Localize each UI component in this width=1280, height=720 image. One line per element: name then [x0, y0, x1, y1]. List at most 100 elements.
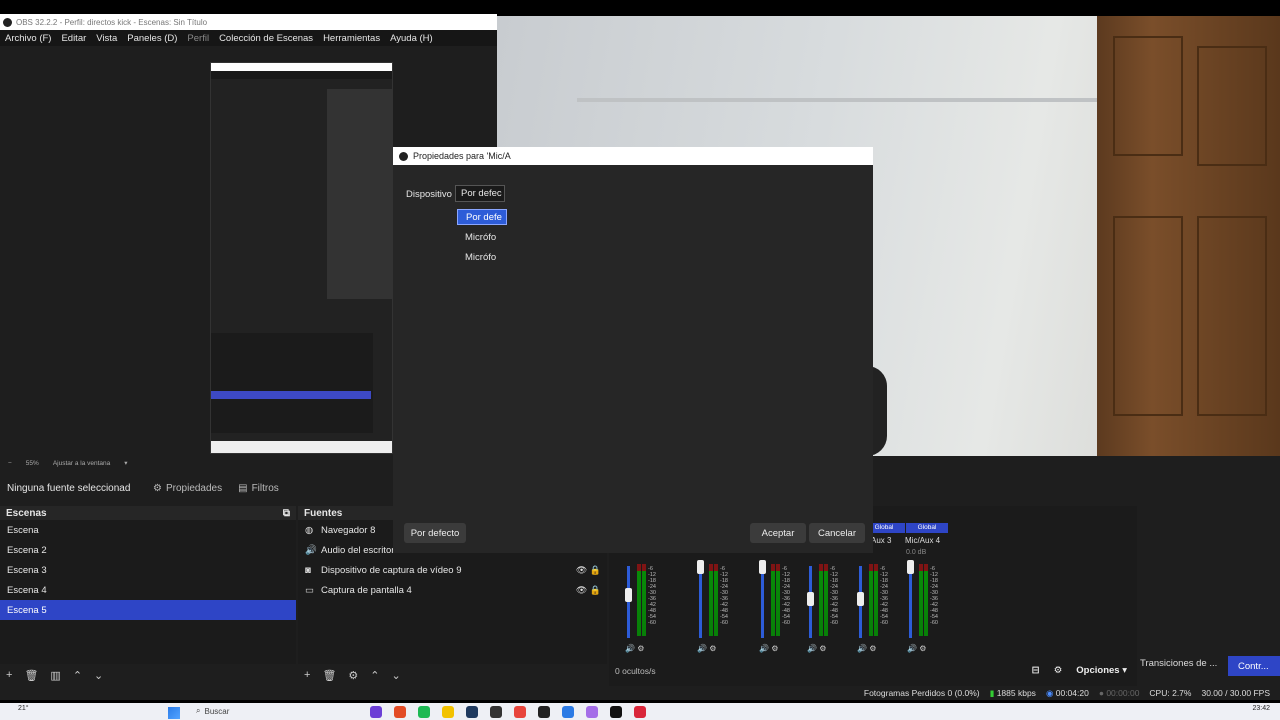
level-meter [776, 564, 780, 636]
move-up-icon[interactable]: ⌃ [370, 669, 379, 682]
channel-gear-icon[interactable]: ⚙ [771, 644, 778, 653]
transitions-label[interactable]: Transiciones de ... [1140, 658, 1217, 669]
obs-icon[interactable] [538, 706, 550, 718]
controls-tab[interactable]: Contr... [1228, 656, 1280, 676]
move-up-icon[interactable]: ⌃ [73, 669, 82, 682]
speaker-icon[interactable]: 🔊 [625, 644, 635, 653]
cancel-button[interactable]: Cancelar [809, 523, 865, 543]
trash-icon[interactable]: 🗑 [322, 669, 336, 682]
volume-knob[interactable] [807, 592, 814, 606]
windows-start-icon[interactable] [168, 707, 180, 719]
defaults-button[interactable]: Por defecto [404, 523, 466, 543]
source-label: Captura de pantalla 4 [321, 584, 412, 596]
app-icon[interactable] [370, 706, 382, 718]
speaker-icon[interactable]: 🔊 [759, 644, 769, 653]
speaker-icon[interactable]: 🔊 [907, 644, 917, 653]
signal-icon: ▮ [989, 687, 995, 698]
mixer-channel: -6 -12 -18 -24 -30 -36 -42 -48 -54 -60 🔊 ⚙ [807, 560, 845, 653]
device-option[interactable]: Por defe [457, 209, 507, 225]
source-item[interactable]: ◙ Dispositivo de captura de vídeo 9 👁 🔒 [298, 560, 607, 580]
mixer-channel: -6 -12 -18 -24 -30 -36 -42 -48 -54 -60 🔊 ⚙ [857, 560, 895, 653]
app-icon[interactable] [490, 706, 502, 718]
vscode-icon[interactable] [562, 706, 574, 718]
device-select[interactable]: Por defec [455, 185, 505, 202]
channel-name[interactable]: Aux 3 [871, 536, 891, 545]
source-item[interactable]: ▭ Captura de pantalla 4 👁 🔒 [298, 580, 607, 600]
chevron-down-icon[interactable]: ▾ [124, 459, 127, 467]
speaker-icon[interactable]: 🔊 [857, 644, 867, 653]
volume-knob[interactable] [625, 588, 632, 602]
eye-icon[interactable]: 👁 [576, 565, 587, 575]
undock-icon[interactable]: ⧉ [283, 508, 290, 519]
volume-knob[interactable] [697, 560, 704, 574]
volume-fader[interactable] [699, 566, 702, 638]
menu-perfil[interactable]: Perfil [182, 33, 214, 44]
properties-button[interactable]: ⚙ Propiedades [145, 478, 230, 498]
device-option[interactable]: Micrófo [457, 250, 507, 266]
filter-icon[interactable]: ▥ [50, 669, 60, 682]
eye-icon[interactable]: 👁 [576, 585, 587, 595]
device-option[interactable]: Micrófo [457, 230, 507, 246]
folder-icon[interactable] [442, 706, 454, 718]
menu-ayuda[interactable]: Ayuda (H) [385, 33, 438, 44]
menu-vista[interactable]: Vista [91, 33, 122, 44]
menu-archivo[interactable]: Archivo (F) [0, 33, 56, 44]
live-time: ◉ 00:04:20 [1045, 687, 1089, 698]
move-down-icon[interactable]: ⌄ [392, 669, 401, 682]
volume-knob[interactable] [907, 560, 914, 574]
menu-paneles[interactable]: Paneles (D) [122, 33, 182, 44]
mixer-gear-icon[interactable]: ⚙ [1054, 665, 1063, 676]
window-title: OBS 32.2.2 - Perfil: directos kick - Esc… [16, 17, 208, 27]
volume-knob[interactable] [759, 560, 766, 574]
volume-knob[interactable] [857, 592, 864, 606]
scene-item[interactable]: Escena 4 [0, 580, 296, 600]
menu-editar[interactable]: Editar [56, 33, 91, 44]
taskbar-search[interactable]: ⌕ Buscar [196, 706, 229, 716]
layout-icon[interactable]: ⊟ [1032, 665, 1040, 676]
speaker-icon[interactable]: 🔊 [807, 644, 817, 653]
trash-icon[interactable]: 🗑 [24, 669, 38, 682]
zoom-minus[interactable]: − [8, 460, 12, 467]
volume-fader[interactable] [761, 566, 764, 638]
zoom-value[interactable]: 55% [26, 460, 39, 467]
volume-fader[interactable] [909, 566, 912, 638]
menu-coleccion[interactable]: Colección de Escenas [214, 33, 318, 44]
channel-gear-icon[interactable]: ⚙ [869, 644, 876, 653]
filters-button[interactable]: ▤ Filtros [230, 478, 287, 498]
gear-icon[interactable]: ⚙ [348, 669, 358, 682]
steam-icon[interactable] [466, 706, 478, 718]
spotify-icon[interactable] [418, 706, 430, 718]
level-meter [714, 564, 718, 636]
channel-gear-icon[interactable]: ⚙ [637, 644, 644, 653]
taskbar-clock[interactable]: 23:42 [1252, 705, 1270, 712]
scene-item[interactable]: Escena 5 [0, 600, 296, 620]
scene-item[interactable]: Escena [0, 520, 296, 540]
opera-icon[interactable] [634, 706, 646, 718]
move-down-icon[interactable]: ⌄ [94, 669, 103, 682]
menu-bar: Archivo (F) Editar Vista Paneles (D) Per… [0, 30, 497, 46]
scene-item[interactable]: Escena 3 [0, 560, 296, 580]
speaker-icon[interactable]: 🔊 [697, 644, 707, 653]
lock-icon[interactable]: 🔒 [590, 565, 601, 575]
ok-button[interactable]: Aceptar [750, 523, 806, 543]
options-button[interactable]: Opciones ▾ [1076, 665, 1127, 676]
tiktok-icon[interactable] [610, 706, 622, 718]
app-icon[interactable] [394, 706, 406, 718]
channel-controls: 🔊 ⚙ [759, 644, 778, 653]
add-icon[interactable]: + [6, 669, 12, 681]
scene-item[interactable]: Escena 2 [0, 540, 296, 560]
weather-temp[interactable]: 21° [18, 705, 29, 712]
lock-icon[interactable]: 🔒 [590, 585, 601, 595]
channel-gear-icon[interactable]: ⚙ [819, 644, 826, 653]
channel-name[interactable]: Mic/Aux 4 [905, 536, 940, 545]
mixer-tab[interactable]: Global [906, 523, 948, 533]
scenes-dock: Escenas ⧉ Escena Escena 2 Escena 3 Escena 4E… [0, 506, 296, 686]
zoom-fit[interactable]: Ajustar a la ventana [53, 460, 110, 467]
menu-herramientas[interactable]: Herramientas [318, 33, 385, 44]
channel-gear-icon[interactable]: ⚙ [919, 644, 926, 653]
add-icon[interactable]: + [304, 669, 310, 681]
app-icon[interactable] [586, 706, 598, 718]
channel-gear-icon[interactable]: ⚙ [709, 644, 716, 653]
chrome-icon[interactable] [514, 706, 526, 718]
volume-fader[interactable] [627, 566, 630, 638]
